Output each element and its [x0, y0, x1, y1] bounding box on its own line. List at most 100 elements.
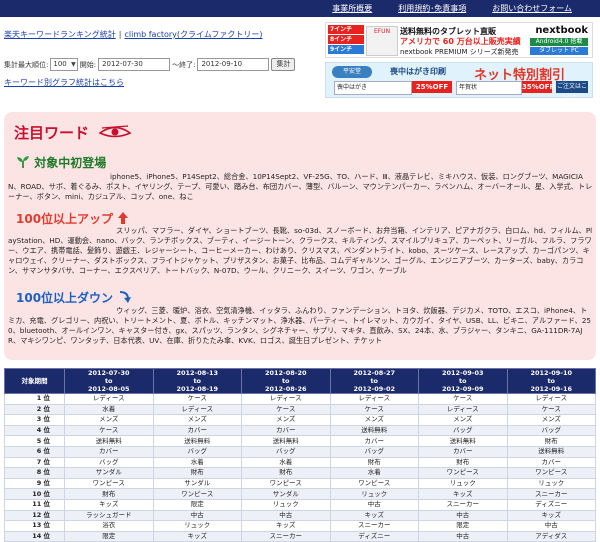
keyword-cell[interactable]: メンズ [64, 414, 154, 426]
keyword-cell[interactable]: レディース [329, 393, 419, 405]
keyword-cell[interactable]: サンダル [64, 467, 154, 479]
start-date-input[interactable]: 2012-07-30 [98, 58, 171, 71]
keyword-cell[interactable]: 中古 [506, 520, 596, 532]
keyword-cell[interactable]: ケース [152, 393, 242, 405]
keyword-cell[interactable]: キッズ [241, 520, 331, 532]
keyword-cell[interactable]: 水着 [241, 456, 331, 469]
keyword-cell[interactable]: レディース [241, 393, 331, 405]
keyword-cell[interactable]: 財布 [329, 456, 419, 469]
keyword-cell[interactable]: カバー [152, 424, 242, 437]
keyword-cell[interactable]: 中古 [418, 509, 508, 522]
keyword-cell[interactable]: 送料無料 [506, 445, 596, 458]
keyword-cell[interactable]: キッズ [152, 530, 242, 542]
keyword-cell[interactable]: 限定 [64, 530, 154, 542]
keyword-cell[interactable]: レディース [64, 393, 154, 405]
keyword-cell[interactable]: バッグ [418, 424, 508, 437]
keyword-cell[interactable]: カバー [329, 435, 419, 447]
keyword-cell[interactable]: スニーカー [418, 498, 508, 511]
period-header-cell: 2012-09-03 to 2012-09-09 [418, 368, 508, 394]
keyword-cell[interactable]: 財布 [241, 467, 331, 479]
submit-button[interactable]: 集計 [271, 58, 296, 71]
keyword-cell[interactable]: ケース [418, 393, 508, 405]
keyword-cell[interactable]: リュック [152, 520, 242, 532]
keyword-cell[interactable]: カバー [418, 445, 508, 458]
keyword-cell[interactable]: カバー [64, 445, 154, 458]
keyword-cell[interactable]: バッグ [64, 456, 154, 469]
keyword-cell[interactable]: バッグ [329, 445, 419, 458]
keyword-cell[interactable]: レディース [506, 393, 596, 405]
keyword-cell[interactable]: スニーカー [329, 520, 419, 532]
keyword-cell[interactable]: サンダル [152, 477, 242, 490]
keyword-cell[interactable]: 財布 [64, 488, 154, 500]
print-ad-banner[interactable]: 平安堂 喪中はがき印刷 ネット特別割引 喪中はがき 25%OFF 年賀状 35%… [325, 62, 593, 98]
keyword-cell[interactable]: 送料無料 [418, 435, 508, 447]
keyword-cell[interactable]: リュック [329, 488, 419, 500]
keyword-cell[interactable]: キッズ [329, 509, 419, 522]
keyword-cell[interactable]: 中古 [152, 509, 242, 522]
keyword-cell[interactable]: 財布 [506, 435, 596, 447]
keyword-cell[interactable]: 中古 [329, 498, 419, 511]
keyword-cell[interactable]: 限定 [152, 498, 242, 511]
keyword-cell[interactable]: カバー [241, 424, 331, 437]
keyword-cell[interactable]: ケース [64, 424, 154, 437]
keyword-cell[interactable]: スニーカー [506, 488, 596, 500]
keyword-cell[interactable]: ワンピース [329, 477, 419, 490]
keyword-cell[interactable]: アディダス [506, 530, 596, 542]
keyword-cell[interactable]: バッグ [241, 445, 331, 458]
keyword-cell[interactable]: 送料無料 [152, 435, 242, 447]
keyword-cell[interactable]: ワンピース [418, 467, 508, 479]
keyword-cell[interactable]: 水着 [152, 456, 242, 469]
keyword-cell[interactable]: ワンピース [152, 488, 242, 500]
keyword-cell[interactable]: キッズ [418, 488, 508, 500]
keyword-cell[interactable]: ケース [329, 403, 419, 416]
keyword-cell[interactable]: バッグ [152, 445, 242, 458]
keyword-cell[interactable]: 水着 [329, 467, 419, 479]
end-label: ～終了: [172, 60, 196, 69]
keyword-cell[interactable]: レディース [418, 403, 508, 416]
nav-link-contact[interactable]: お問い合わせフォーム [492, 3, 572, 14]
keyword-cell[interactable]: スニーカー [241, 530, 331, 542]
keyword-cell[interactable]: サンダル [241, 488, 331, 500]
keyword-cell[interactable]: ワンピース [64, 477, 154, 490]
keyword-cell[interactable]: リュック [418, 477, 508, 490]
max-rank-select[interactable]: 100 [50, 58, 78, 71]
keyword-cell[interactable]: 中古 [241, 509, 331, 522]
graph-stats-link[interactable]: キーワード別グラフ統計はこちら [4, 77, 124, 88]
keyword-cell[interactable]: キッズ [64, 498, 154, 511]
keyword-cell[interactable]: レディース [152, 403, 242, 416]
keyword-cell[interactable]: 限定 [418, 520, 508, 532]
keyword-cell[interactable]: ワンピース [241, 477, 331, 490]
keyword-cell[interactable]: ワンピース [506, 467, 596, 479]
keyword-cell[interactable]: ケース [241, 403, 331, 416]
keyword-cell[interactable]: キッズ [506, 509, 596, 522]
keyword-cell[interactable]: 送料無料 [241, 435, 331, 447]
end-date-input[interactable]: 2012-09-10 [197, 58, 270, 71]
nav-link-company[interactable]: 事業所概要 [332, 3, 372, 14]
keyword-cell[interactable]: 送料無料 [329, 424, 419, 437]
keyword-cell[interactable]: 浴衣 [64, 520, 154, 532]
rank-cell: 3 位 [4, 414, 65, 426]
keyword-cell[interactable]: カバー [506, 456, 596, 469]
keyword-cell[interactable]: バッグ [506, 424, 596, 437]
company-link[interactable]: climb factory(クライムファクトリー) [124, 30, 262, 39]
keyword-cell[interactable]: ラッシュガード [64, 509, 154, 522]
keyword-cell[interactable]: メンズ [241, 414, 331, 426]
keyword-cell[interactable]: ディズニー [329, 530, 419, 542]
keyword-cell[interactable]: 財布 [418, 456, 508, 469]
nav-link-terms[interactable]: 利用規約･免責事項 [398, 3, 466, 14]
site-home-link[interactable]: 楽天キーワードランキング統計 [4, 30, 116, 39]
keyword-cell[interactable]: 送料無料 [64, 435, 154, 447]
keyword-cell[interactable]: メンズ [418, 414, 508, 426]
keyword-cell[interactable]: メンズ [506, 414, 596, 426]
keyword-cell[interactable]: 中古 [418, 530, 508, 542]
keyword-cell[interactable]: 財布 [152, 467, 242, 479]
keyword-cell[interactable]: リュック [506, 477, 596, 490]
keyword-cell[interactable]: メンズ [329, 414, 419, 426]
keyword-cell[interactable]: ディズニー [506, 498, 596, 511]
start-label: 開始: [79, 60, 97, 69]
keyword-cell[interactable]: メンズ [152, 414, 242, 426]
keyword-cell[interactable]: リュック [241, 498, 331, 511]
tablet-ad-banner[interactable]: 7インチ 8インチ 9インチ EFUN 送料無料のタブレット直販 アメリカで 6… [325, 22, 593, 58]
keyword-cell[interactable]: 水着 [64, 403, 154, 416]
keyword-cell[interactable]: ケース [506, 403, 596, 416]
